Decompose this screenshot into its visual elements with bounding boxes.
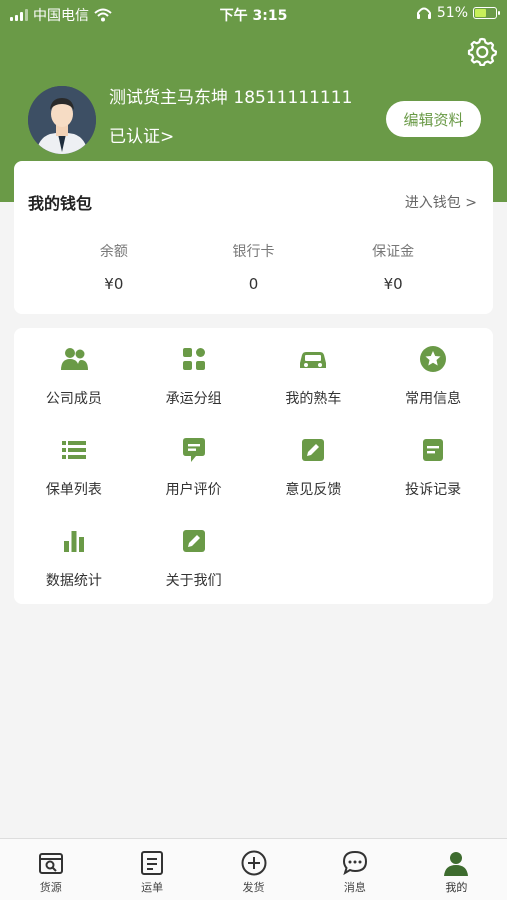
wallet-balance[interactable]: 余额 ¥0 bbox=[59, 241, 169, 293]
headphones-icon bbox=[416, 7, 431, 19]
user-name-phone: 测试货主马东坤 18511111111 bbox=[109, 88, 353, 108]
car-icon bbox=[300, 352, 327, 368]
menu-label: 承运分组 bbox=[165, 391, 222, 407]
wallet-deposit[interactable]: 保证金 ¥0 bbox=[338, 241, 448, 293]
status-bar: 中国电信 下午 3:15 51% bbox=[0, 0, 507, 28]
menu-about-us[interactable]: 关于我们 bbox=[134, 522, 254, 613]
gear-icon[interactable] bbox=[467, 36, 497, 66]
wallet-bank-card-label: 银行卡 bbox=[232, 244, 275, 260]
wallet-bank-card-value: 0 bbox=[248, 275, 259, 293]
battery-icon bbox=[473, 7, 500, 19]
wallet-title: 我的钱包 bbox=[28, 194, 93, 213]
bottom-tab-bar: 货源 运单 发货 消息 我的 bbox=[0, 838, 507, 900]
wallet-bank-card[interactable]: 银行卡 0 bbox=[198, 241, 308, 293]
function-menu: 公司成员 承运分组 我的熟车 常用信息 保单列表 用户评价 意见反馈 投诉记录 … bbox=[14, 328, 493, 604]
tab-mine[interactable]: 我的 bbox=[406, 839, 507, 900]
star-icon bbox=[420, 346, 447, 372]
menu-my-vehicles[interactable]: 我的熟车 bbox=[254, 340, 374, 431]
people-icon bbox=[60, 348, 88, 370]
enter-wallet-link[interactable]: 进入钱包 > bbox=[405, 192, 477, 212]
menu-label: 关于我们 bbox=[165, 573, 222, 589]
menu-label: 意见反馈 bbox=[285, 482, 342, 498]
wallet-card: 我的钱包 进入钱包 > 余额 ¥0 银行卡 0 保证金 ¥0 bbox=[14, 161, 493, 314]
avatar-image bbox=[28, 86, 96, 154]
menu-label: 用户评价 bbox=[165, 482, 222, 498]
plus-circle-icon bbox=[241, 850, 267, 876]
tab-waybill[interactable]: 运单 bbox=[101, 839, 202, 900]
group-icon bbox=[182, 348, 205, 370]
list-icon bbox=[61, 441, 86, 459]
tab-cargo-source[interactable]: 货源 bbox=[0, 839, 101, 900]
battery-percent: 51% bbox=[436, 5, 468, 21]
bar-chart-icon bbox=[63, 531, 84, 552]
menu-user-reviews[interactable]: 用户评价 bbox=[134, 431, 254, 522]
comment-icon bbox=[182, 438, 205, 462]
waybill-icon bbox=[141, 851, 164, 875]
menu-company-members[interactable]: 公司成员 bbox=[14, 340, 134, 431]
edit-icon bbox=[182, 530, 205, 552]
tab-messages[interactable]: 消息 bbox=[304, 839, 405, 900]
menu-policy-list[interactable]: 保单列表 bbox=[14, 431, 134, 522]
tab-label: 货源 bbox=[39, 881, 62, 894]
wallet-deposit-label: 保证金 bbox=[372, 244, 415, 260]
menu-label: 投诉记录 bbox=[405, 482, 462, 498]
tab-label: 我的 bbox=[445, 881, 468, 894]
menu-label: 常用信息 bbox=[405, 391, 462, 407]
wallet-balance-value: ¥0 bbox=[104, 275, 124, 293]
edit-icon bbox=[302, 439, 325, 461]
cargo-search-icon bbox=[38, 853, 63, 874]
wallet-summary: 余额 ¥0 银行卡 0 保证金 ¥0 bbox=[14, 241, 493, 293]
user-icon bbox=[444, 852, 469, 876]
tab-ship[interactable]: 发货 bbox=[203, 839, 304, 900]
wallet-deposit-value: ¥0 bbox=[383, 275, 403, 293]
verify-status-link[interactable]: 已认证> bbox=[109, 122, 174, 147]
wallet-balance-label: 余额 bbox=[99, 244, 128, 260]
menu-label: 我的熟车 bbox=[285, 391, 342, 407]
menu-label: 数据统计 bbox=[45, 573, 102, 589]
menu-feedback[interactable]: 意见反馈 bbox=[254, 431, 374, 522]
tab-label: 发货 bbox=[242, 881, 265, 894]
menu-carrier-groups[interactable]: 承运分组 bbox=[134, 340, 254, 431]
tab-label: 消息 bbox=[343, 881, 366, 894]
menu-common-info[interactable]: 常用信息 bbox=[373, 340, 493, 431]
status-right: 51% bbox=[416, 5, 500, 21]
menu-complaint-records[interactable]: 投诉记录 bbox=[373, 431, 493, 522]
edit-profile-button[interactable]: 编辑资料 bbox=[386, 101, 481, 137]
menu-data-statistics[interactable]: 数据统计 bbox=[14, 522, 134, 613]
menu-label: 公司成员 bbox=[45, 391, 102, 407]
avatar[interactable] bbox=[28, 86, 96, 154]
document-icon bbox=[423, 439, 444, 461]
tab-label: 运单 bbox=[141, 881, 164, 894]
message-icon bbox=[342, 850, 367, 876]
menu-label: 保单列表 bbox=[45, 482, 102, 498]
